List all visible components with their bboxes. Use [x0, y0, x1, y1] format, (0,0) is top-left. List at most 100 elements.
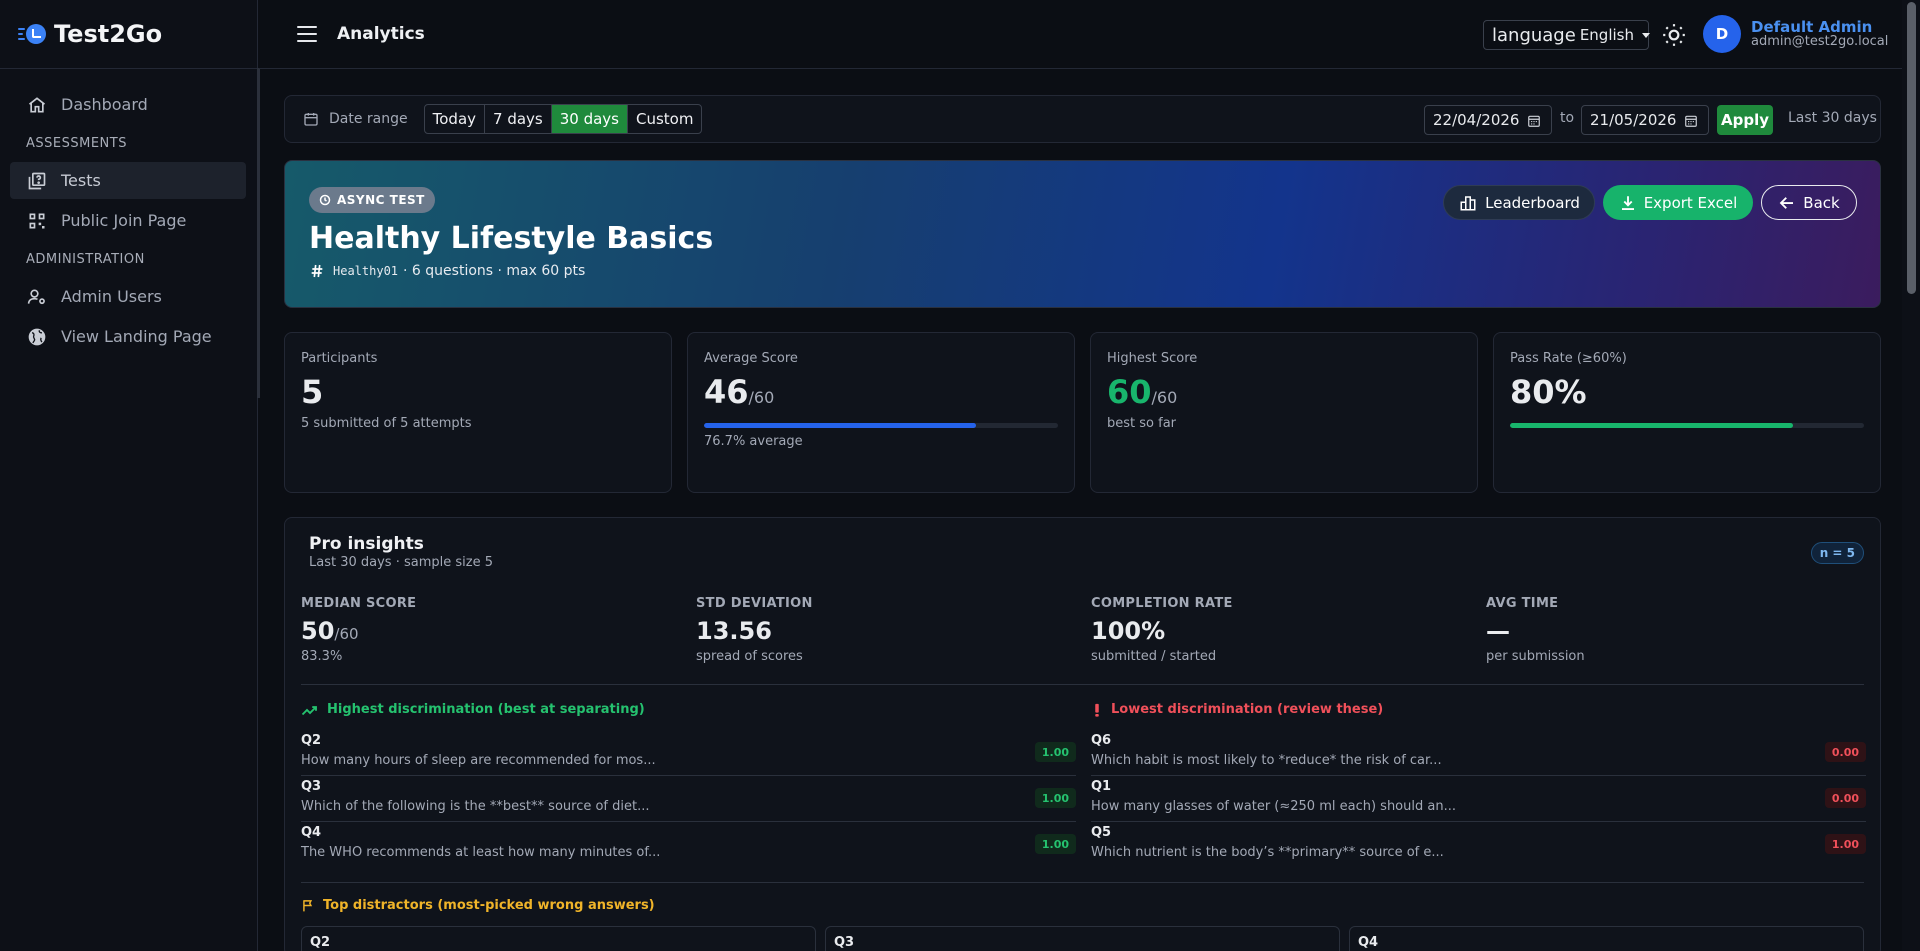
- discrimination-value: 1.00: [1034, 742, 1076, 762]
- list-item[interactable]: Q5 Which nutrient is the body’s **primar…: [1091, 822, 1866, 868]
- metric-median-score: MEDIAN SCORE 50/60 83.3%: [301, 596, 416, 664]
- user-settings-icon: [27, 289, 45, 304]
- calendar-icon[interactable]: [1684, 114, 1698, 128]
- stat-sub: 5 submitted of 5 attempts: [301, 416, 472, 431]
- sidebar-item-tests[interactable]: Tests: [10, 162, 246, 199]
- list-item[interactable]: Q3 Which of the following is the **best*…: [301, 776, 1076, 822]
- highest-discrimination-list: Q2 How many hours of sleep are recommend…: [301, 730, 1076, 868]
- stat-label: Highest Score: [1107, 351, 1198, 366]
- sidebar-item-label: Tests: [61, 171, 101, 190]
- test-hero-banner: ASYNC TEST Healthy Lifestyle Basics Heal…: [284, 160, 1881, 308]
- preset-7-days-button[interactable]: 7 days: [485, 105, 552, 133]
- preset-custom-button[interactable]: Custom: [628, 105, 701, 133]
- distractor-card: Q4: [1349, 926, 1864, 951]
- question-text: The WHO recommends at least how many min…: [301, 845, 661, 860]
- sidebar-item-dashboard[interactable]: Dashboard: [10, 86, 246, 123]
- preset-30-days-button[interactable]: 30 days: [551, 105, 628, 133]
- export-excel-button[interactable]: Export Excel: [1603, 185, 1753, 220]
- stat-card-pass-rate: Pass Rate (≥60%) 80%: [1493, 332, 1881, 493]
- calendar-icon: [304, 113, 318, 126]
- scrollbar-thumb[interactable]: [1907, 2, 1916, 294]
- distractor-question-id: Q2: [310, 935, 331, 950]
- avatar[interactable]: D: [1703, 15, 1741, 53]
- list-item[interactable]: Q2 How many hours of sleep are recommend…: [301, 730, 1076, 776]
- theme-toggle-sun-icon[interactable]: [1661, 22, 1687, 48]
- apply-button[interactable]: Apply: [1717, 105, 1773, 135]
- sidebar-item-view-landing[interactable]: View Landing Page: [10, 318, 246, 355]
- exclamation-icon: [1095, 703, 1099, 717]
- export-excel-button-label: Export Excel: [1643, 193, 1738, 212]
- metric-label: MEDIAN SCORE: [301, 596, 417, 611]
- arrow-left-icon: [1779, 196, 1794, 209]
- top-distractors-title: Top distractors (most-picked wrong answe…: [323, 898, 655, 913]
- discrimination-value: 0.00: [1824, 788, 1866, 808]
- page-title: Analytics: [337, 24, 425, 44]
- date-to-input[interactable]: 21/05/2026: [1581, 105, 1709, 135]
- lowest-discrimination-title: Lowest discrimination (review these): [1111, 702, 1384, 717]
- average-score-progress: [704, 423, 1058, 428]
- flag-icon: [303, 900, 313, 912]
- metric-sub: spread of scores: [696, 649, 803, 664]
- sidebar-section-administration: ADMINISTRATION: [26, 252, 145, 267]
- stat-value: 5: [301, 373, 324, 411]
- metric-std-deviation: STD DEVIATION 13.56 spread of scores: [696, 596, 813, 664]
- metric-value: 13.56: [696, 617, 772, 645]
- page-scrollbar[interactable]: [1902, 0, 1920, 951]
- question-id: Q5: [1091, 825, 1112, 840]
- question-id: Q2: [301, 733, 322, 748]
- metric-avg-time: AVG TIME — per submission: [1486, 596, 1585, 664]
- question-text: How many glasses of water (≈250 ml each)…: [1091, 799, 1456, 814]
- top-header: Analytics language English D Default Adm…: [259, 0, 1902, 69]
- highest-discrimination-heading: Highest discrimination (best at separati…: [301, 702, 645, 717]
- lowest-discrimination-list: Q6 Which habit is most likely to *reduce…: [1091, 730, 1866, 868]
- test-title: Healthy Lifestyle Basics: [309, 221, 714, 256]
- sidebar-item-admin-users[interactable]: Admin Users: [10, 278, 246, 315]
- lowest-discrimination-heading: Lowest discrimination (review these): [1091, 702, 1383, 717]
- leaderboard-button[interactable]: Leaderboard: [1443, 185, 1595, 220]
- language-select-label: language: [1492, 24, 1576, 46]
- distractor-question-id: Q4: [1358, 935, 1379, 950]
- sidebar-item-label: Dashboard: [61, 95, 148, 114]
- sidebar-item-public-join[interactable]: Public Join Page: [10, 202, 246, 239]
- list-item[interactable]: Q6 Which habit is most likely to *reduce…: [1091, 730, 1866, 776]
- test-meta: Healthy01 · 6 questions · max 60 pts: [309, 263, 585, 279]
- question-text: How many hours of sleep are recommended …: [301, 753, 656, 768]
- question-id: Q1: [1091, 779, 1112, 794]
- qr-code-icon: [29, 213, 45, 228]
- menu-toggle-icon[interactable]: [297, 26, 317, 42]
- stat-card-participants: Participants 5 5 submitted of 5 attempts: [284, 332, 672, 493]
- stat-card-average-score: Average Score 46/60 76.7% average: [687, 332, 1075, 493]
- calendar-icon[interactable]: [1527, 114, 1541, 128]
- test-code: Healthy01: [333, 264, 399, 278]
- list-item[interactable]: Q4 The WHO recommends at least how many …: [301, 822, 1076, 868]
- language-select[interactable]: language English: [1483, 20, 1650, 50]
- metric-value: 50/60: [301, 617, 359, 645]
- preset-today-button[interactable]: Today: [425, 105, 486, 133]
- metric-label: AVG TIME: [1486, 596, 1559, 611]
- date-from-input[interactable]: 22/04/2026: [1424, 105, 1552, 135]
- pass-rate-progress: [1510, 423, 1864, 428]
- stat-value: 60/60: [1107, 373, 1178, 411]
- divider: [301, 882, 1864, 883]
- sidebar-nav: Dashboard ASSESSMENTS Tests Public Join …: [0, 69, 257, 355]
- back-button[interactable]: Back: [1761, 185, 1857, 220]
- list-item[interactable]: Q1 How many glasses of water (≈250 ml ea…: [1091, 776, 1866, 822]
- sidebar-resize-handle[interactable]: [257, 68, 260, 398]
- home-icon: [28, 96, 46, 112]
- sample-size-badge: n = 5: [1810, 542, 1864, 564]
- metric-value: 100%: [1091, 617, 1166, 645]
- stat-label: Pass Rate (≥60%): [1510, 351, 1627, 366]
- date-range-bar: Date range Today 7 days 30 days Custom 2…: [284, 95, 1881, 143]
- question-text: Which of the following is the **best** s…: [301, 799, 650, 814]
- date-range-label-text: Date range: [329, 111, 408, 127]
- question-text: Which nutrient is the body’s **primary**…: [1091, 845, 1444, 860]
- test-meta-text: · 6 questions · max 60 pts: [403, 263, 586, 279]
- clock-icon: [319, 194, 331, 206]
- app-root: Test2Go Dashboard ASSESSMENTS Tests Publ…: [0, 0, 1920, 951]
- pro-insights-subtitle: Last 30 days · sample size 5: [309, 555, 493, 570]
- discrimination-value: 0.00: [1824, 742, 1866, 762]
- user-email: admin@test2go.local: [1751, 34, 1889, 49]
- metric-label: COMPLETION RATE: [1091, 596, 1233, 611]
- brand[interactable]: Test2Go: [0, 0, 257, 69]
- stat-value: 46/60: [704, 373, 775, 411]
